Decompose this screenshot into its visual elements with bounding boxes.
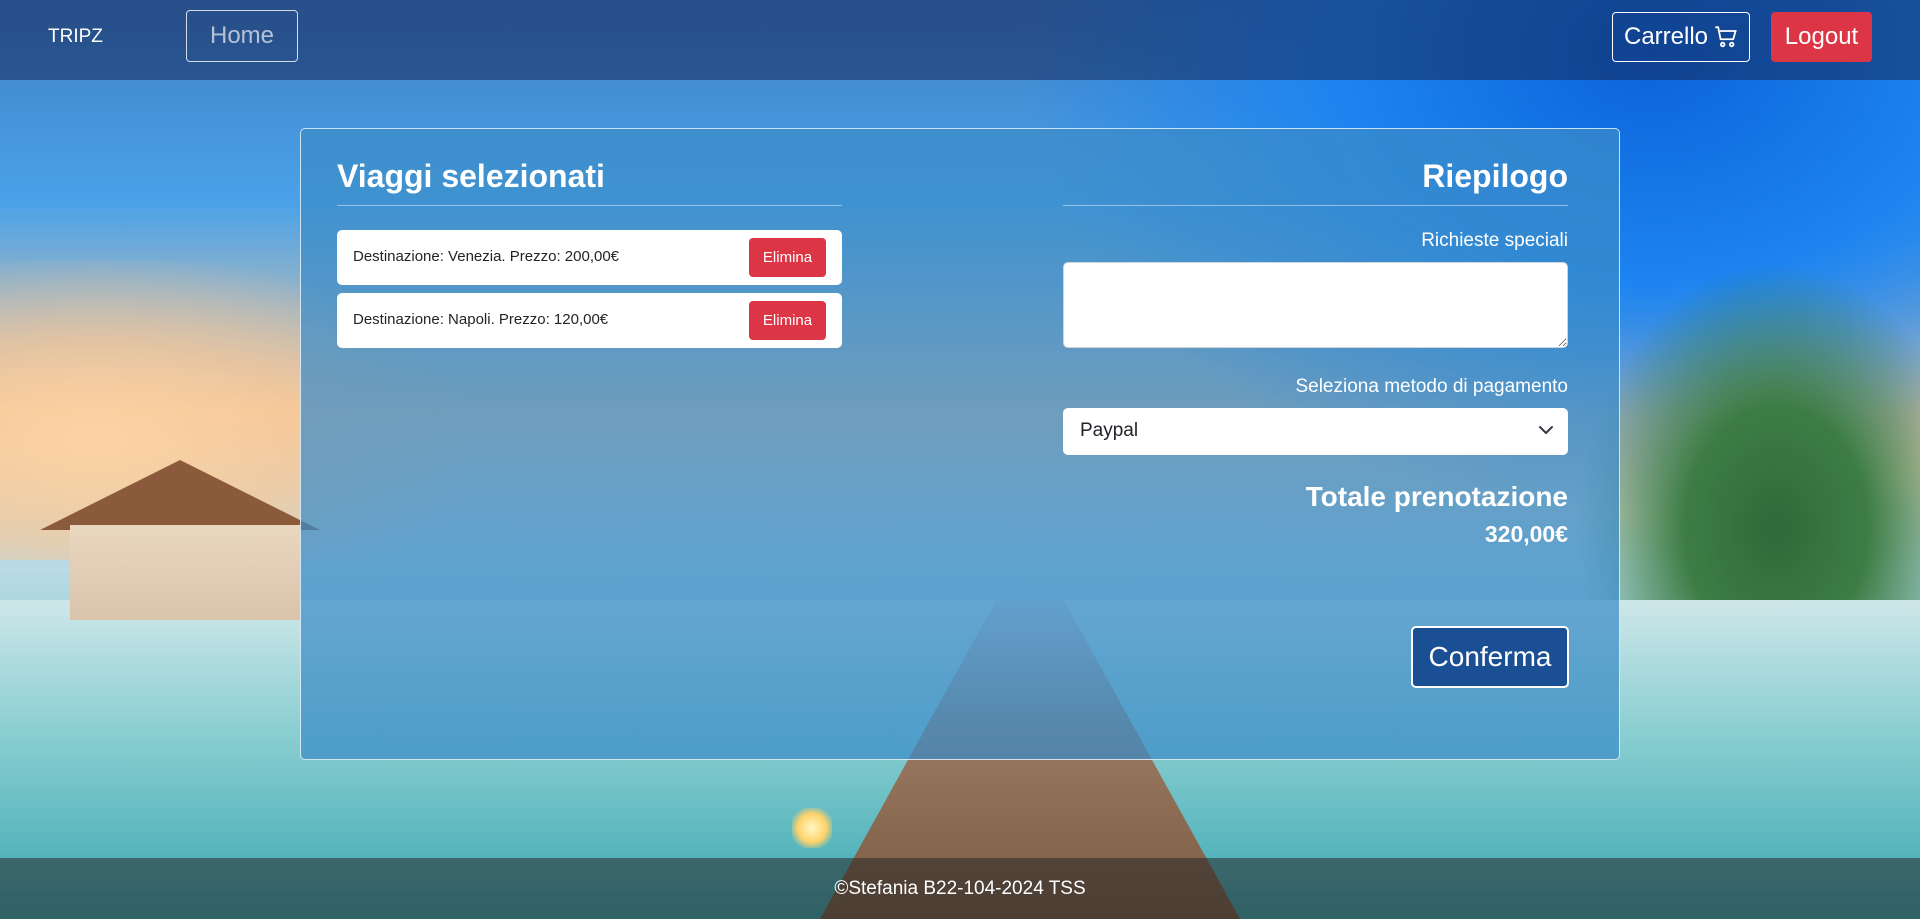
cart-panel: Viaggi selezionati Destinazione: Venezia… bbox=[300, 128, 1620, 760]
selected-trips-section: Viaggi selezionati Destinazione: Venezia… bbox=[337, 153, 842, 356]
cart-icon bbox=[1715, 26, 1737, 48]
selected-trips-title: Viaggi selezionati bbox=[337, 153, 842, 206]
chevron-down-icon bbox=[1539, 426, 1553, 434]
summary-title: Riepilogo bbox=[1063, 153, 1568, 206]
navbar: TRIPZ Home Carrello Logout bbox=[0, 0, 1920, 80]
trip-item-text: Destinazione: Napoli. Prezzo: 120,00€ bbox=[353, 311, 609, 328]
summary-section: Riepilogo Richieste speciali Seleziona m… bbox=[1063, 153, 1568, 548]
footer-text: ©Stefania B22-104-2024 TSS bbox=[834, 877, 1086, 899]
trip-item: Destinazione: Venezia. Prezzo: 200,00€ E… bbox=[337, 230, 842, 285]
hut-base bbox=[70, 525, 300, 620]
special-requests-textarea[interactable] bbox=[1063, 262, 1568, 348]
brand-logo[interactable]: TRIPZ bbox=[48, 26, 103, 48]
confirm-button[interactable]: Conferma bbox=[1411, 626, 1569, 688]
footer: ©Stefania B22-104-2024 TSS bbox=[0, 858, 1920, 919]
delete-trip-button[interactable]: Elimina bbox=[749, 301, 826, 340]
trip-item: Destinazione: Napoli. Prezzo: 120,00€ El… bbox=[337, 293, 842, 348]
home-button[interactable]: Home bbox=[186, 10, 298, 62]
total-value: 320,00€ bbox=[1484, 521, 1568, 547]
pier-lamp bbox=[792, 808, 832, 848]
payment-method-value: Paypal bbox=[1080, 420, 1139, 441]
special-requests-label: Richieste speciali bbox=[1421, 230, 1568, 251]
payment-method-select[interactable]: Paypal bbox=[1063, 408, 1568, 455]
delete-trip-button[interactable]: Elimina bbox=[749, 238, 826, 277]
total-label: Totale prenotazione bbox=[1305, 481, 1568, 512]
logout-button[interactable]: Logout bbox=[1771, 12, 1872, 62]
cart-button[interactable]: Carrello bbox=[1612, 12, 1750, 62]
payment-method-label: Seleziona metodo di pagamento bbox=[1295, 376, 1568, 397]
trip-item-text: Destinazione: Venezia. Prezzo: 200,00€ bbox=[353, 248, 620, 265]
cart-label: Carrello bbox=[1623, 23, 1709, 50]
